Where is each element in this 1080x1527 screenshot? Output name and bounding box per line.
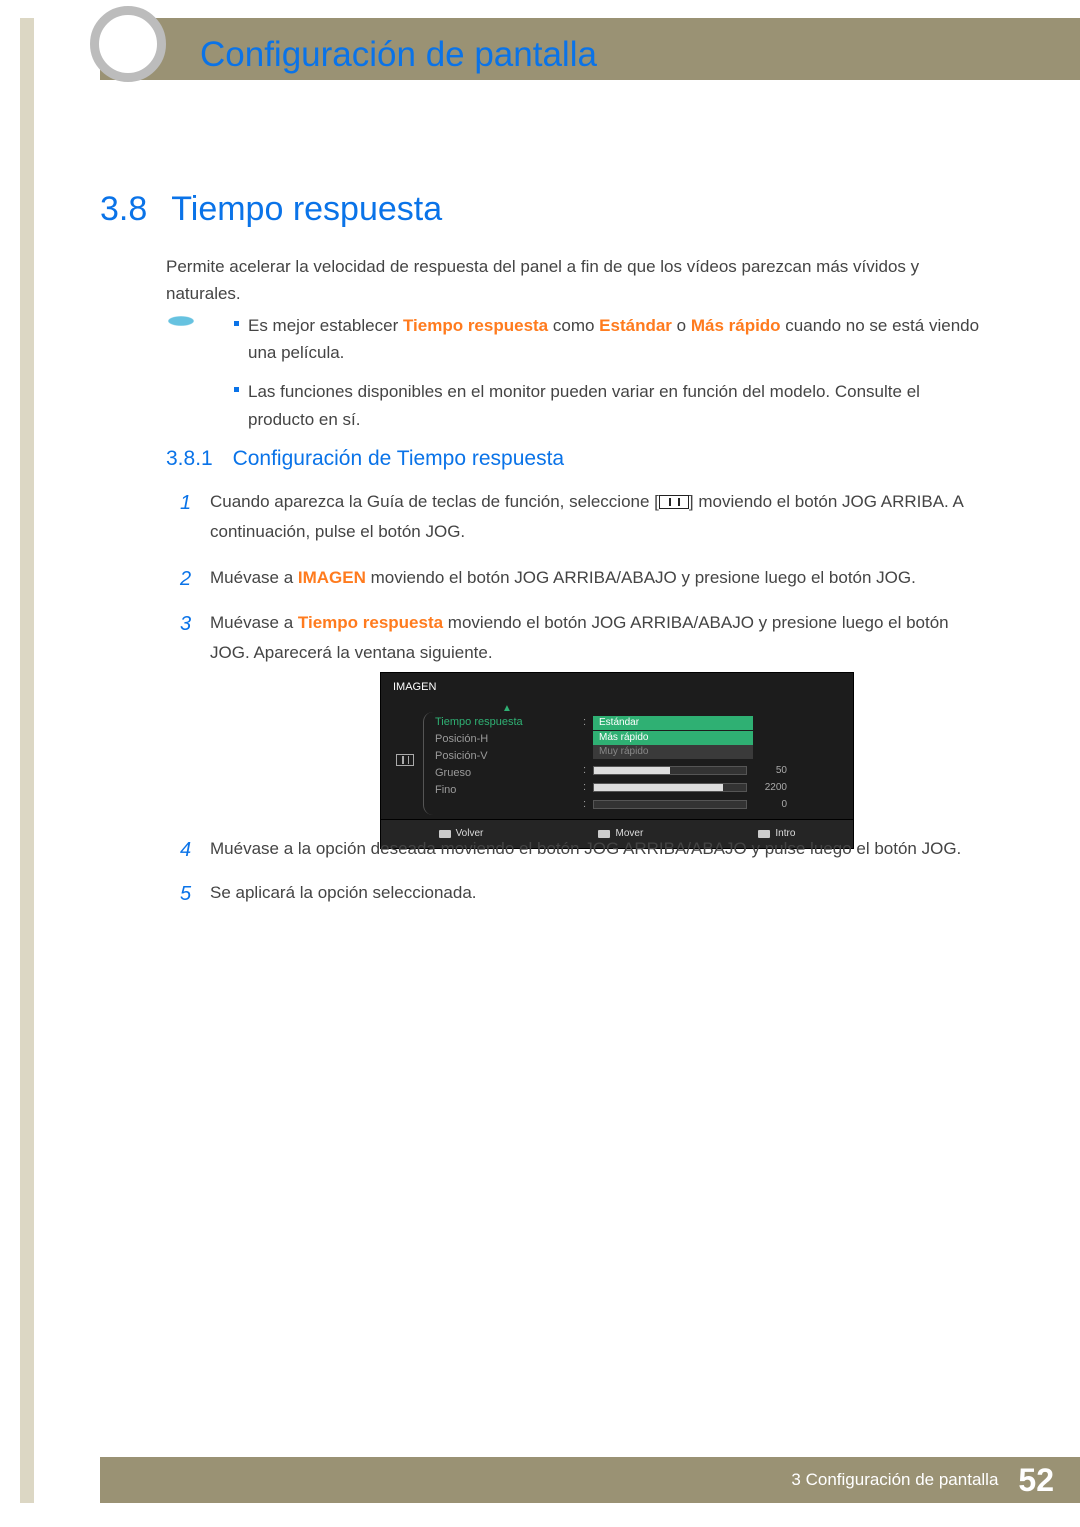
osd-slider [593, 766, 747, 775]
left-decorative-stripe [20, 18, 34, 1503]
section-number: 3.8 [100, 190, 147, 229]
note-item: Las funciones disponibles en el monitor … [234, 378, 980, 432]
footer-page-number: 52 [1018, 1462, 1054, 1499]
chapter-circle-icon [90, 6, 166, 82]
osd-slider [593, 783, 747, 792]
step-text: Muévase a la opción deseada moviendo el … [210, 839, 961, 858]
note-item: Es mejor establecer Tiempo respuesta com… [234, 312, 980, 366]
arrow-up-icon: ▲ [435, 704, 579, 714]
osd-menu-item-selected: Tiempo respuesta [435, 714, 579, 731]
menu-button-icon [396, 754, 414, 766]
osd-option: Más rápido [593, 731, 753, 745]
step-number: 4 [180, 833, 191, 868]
osd-left-icon-col [381, 700, 429, 819]
section-title: Tiempo respuesta [171, 190, 442, 229]
step-number: 5 [180, 877, 191, 912]
note-em: Más rápido [691, 316, 781, 335]
osd-screenshot: IMAGEN ▲ Tiempo respuesta Posición-H Pos… [380, 672, 854, 849]
subsection-number: 3.8.1 [166, 447, 213, 470]
osd-value: 2200 [757, 779, 787, 797]
osd-menu-item: Fino [435, 782, 579, 799]
menu-button-icon [659, 495, 689, 509]
section-intro: Permite acelerar la velocidad de respues… [166, 253, 980, 307]
subsection-title: Configuración de Tiempo respuesta [233, 447, 565, 470]
step-em: IMAGEN [298, 568, 366, 587]
step-number: 2 [180, 562, 191, 597]
osd-values: : Estándar Más rápido Muy rápido : 50 : [579, 700, 853, 819]
footer-chapter: 3 Configuración de pantalla [791, 1470, 998, 1490]
osd-slider [593, 800, 747, 809]
step-text: Se aplicará la opción seleccionada. [210, 883, 477, 902]
section-heading: 3.8 Tiempo respuesta [100, 190, 442, 229]
steps-list-continued: 4 Muévase a la opción deseada moviendo e… [180, 834, 980, 922]
step-item: 2 Muévase a IMAGEN moviendo el botón JOG… [180, 563, 980, 593]
osd-option-selected: Estándar [593, 716, 753, 730]
step-item: 3 Muévase a Tiempo respuesta moviendo el… [180, 608, 980, 848]
osd-menu-item: Posición-V [435, 748, 579, 765]
osd-value: 50 [757, 762, 787, 780]
step-text: Muévase a [210, 613, 298, 632]
step-text: Muévase a [210, 568, 298, 587]
step-em: Tiempo respuesta [298, 613, 443, 632]
osd-value: 0 [757, 796, 787, 814]
osd-menu-item: Grueso [435, 765, 579, 782]
step-text: moviendo el botón JOG ARRIBA/ABAJO y pre… [366, 568, 916, 587]
step-item: 5 Se aplicará la opción seleccionada. [180, 878, 980, 908]
note-em: Tiempo respuesta [403, 316, 548, 335]
step-item: 1 Cuando aparezca la Guía de teclas de f… [180, 487, 980, 547]
osd-title: IMAGEN [381, 673, 853, 700]
subsection-heading: 3.8.1 Configuración de Tiempo respuesta [166, 447, 564, 471]
note-text: Es mejor establecer [248, 316, 403, 335]
page-title: Configuración de pantalla [200, 35, 597, 75]
step-text: Cuando aparezca la Guía de teclas de fun… [210, 492, 659, 511]
note-text: como [548, 316, 599, 335]
step-number: 1 [180, 486, 191, 521]
footer-bar: 3 Configuración de pantalla 52 [100, 1457, 1080, 1503]
osd-menu-item: Posición-H [435, 731, 579, 748]
osd-option: Muy rápido [593, 745, 753, 759]
note-em: Estándar [599, 316, 672, 335]
steps-list: 1 Cuando aparezca la Guía de teclas de f… [180, 487, 980, 865]
note-icon [166, 314, 196, 328]
note-block: Es mejor establecer Tiempo respuesta com… [166, 312, 980, 445]
step-item: 4 Muévase a la opción deseada moviendo e… [180, 834, 980, 864]
step-number: 3 [180, 607, 191, 642]
note-text: Las funciones disponibles en el monitor … [248, 382, 920, 428]
note-text: o [672, 316, 691, 335]
osd-menu: ▲ Tiempo respuesta Posición-H Posición-V… [429, 700, 579, 819]
